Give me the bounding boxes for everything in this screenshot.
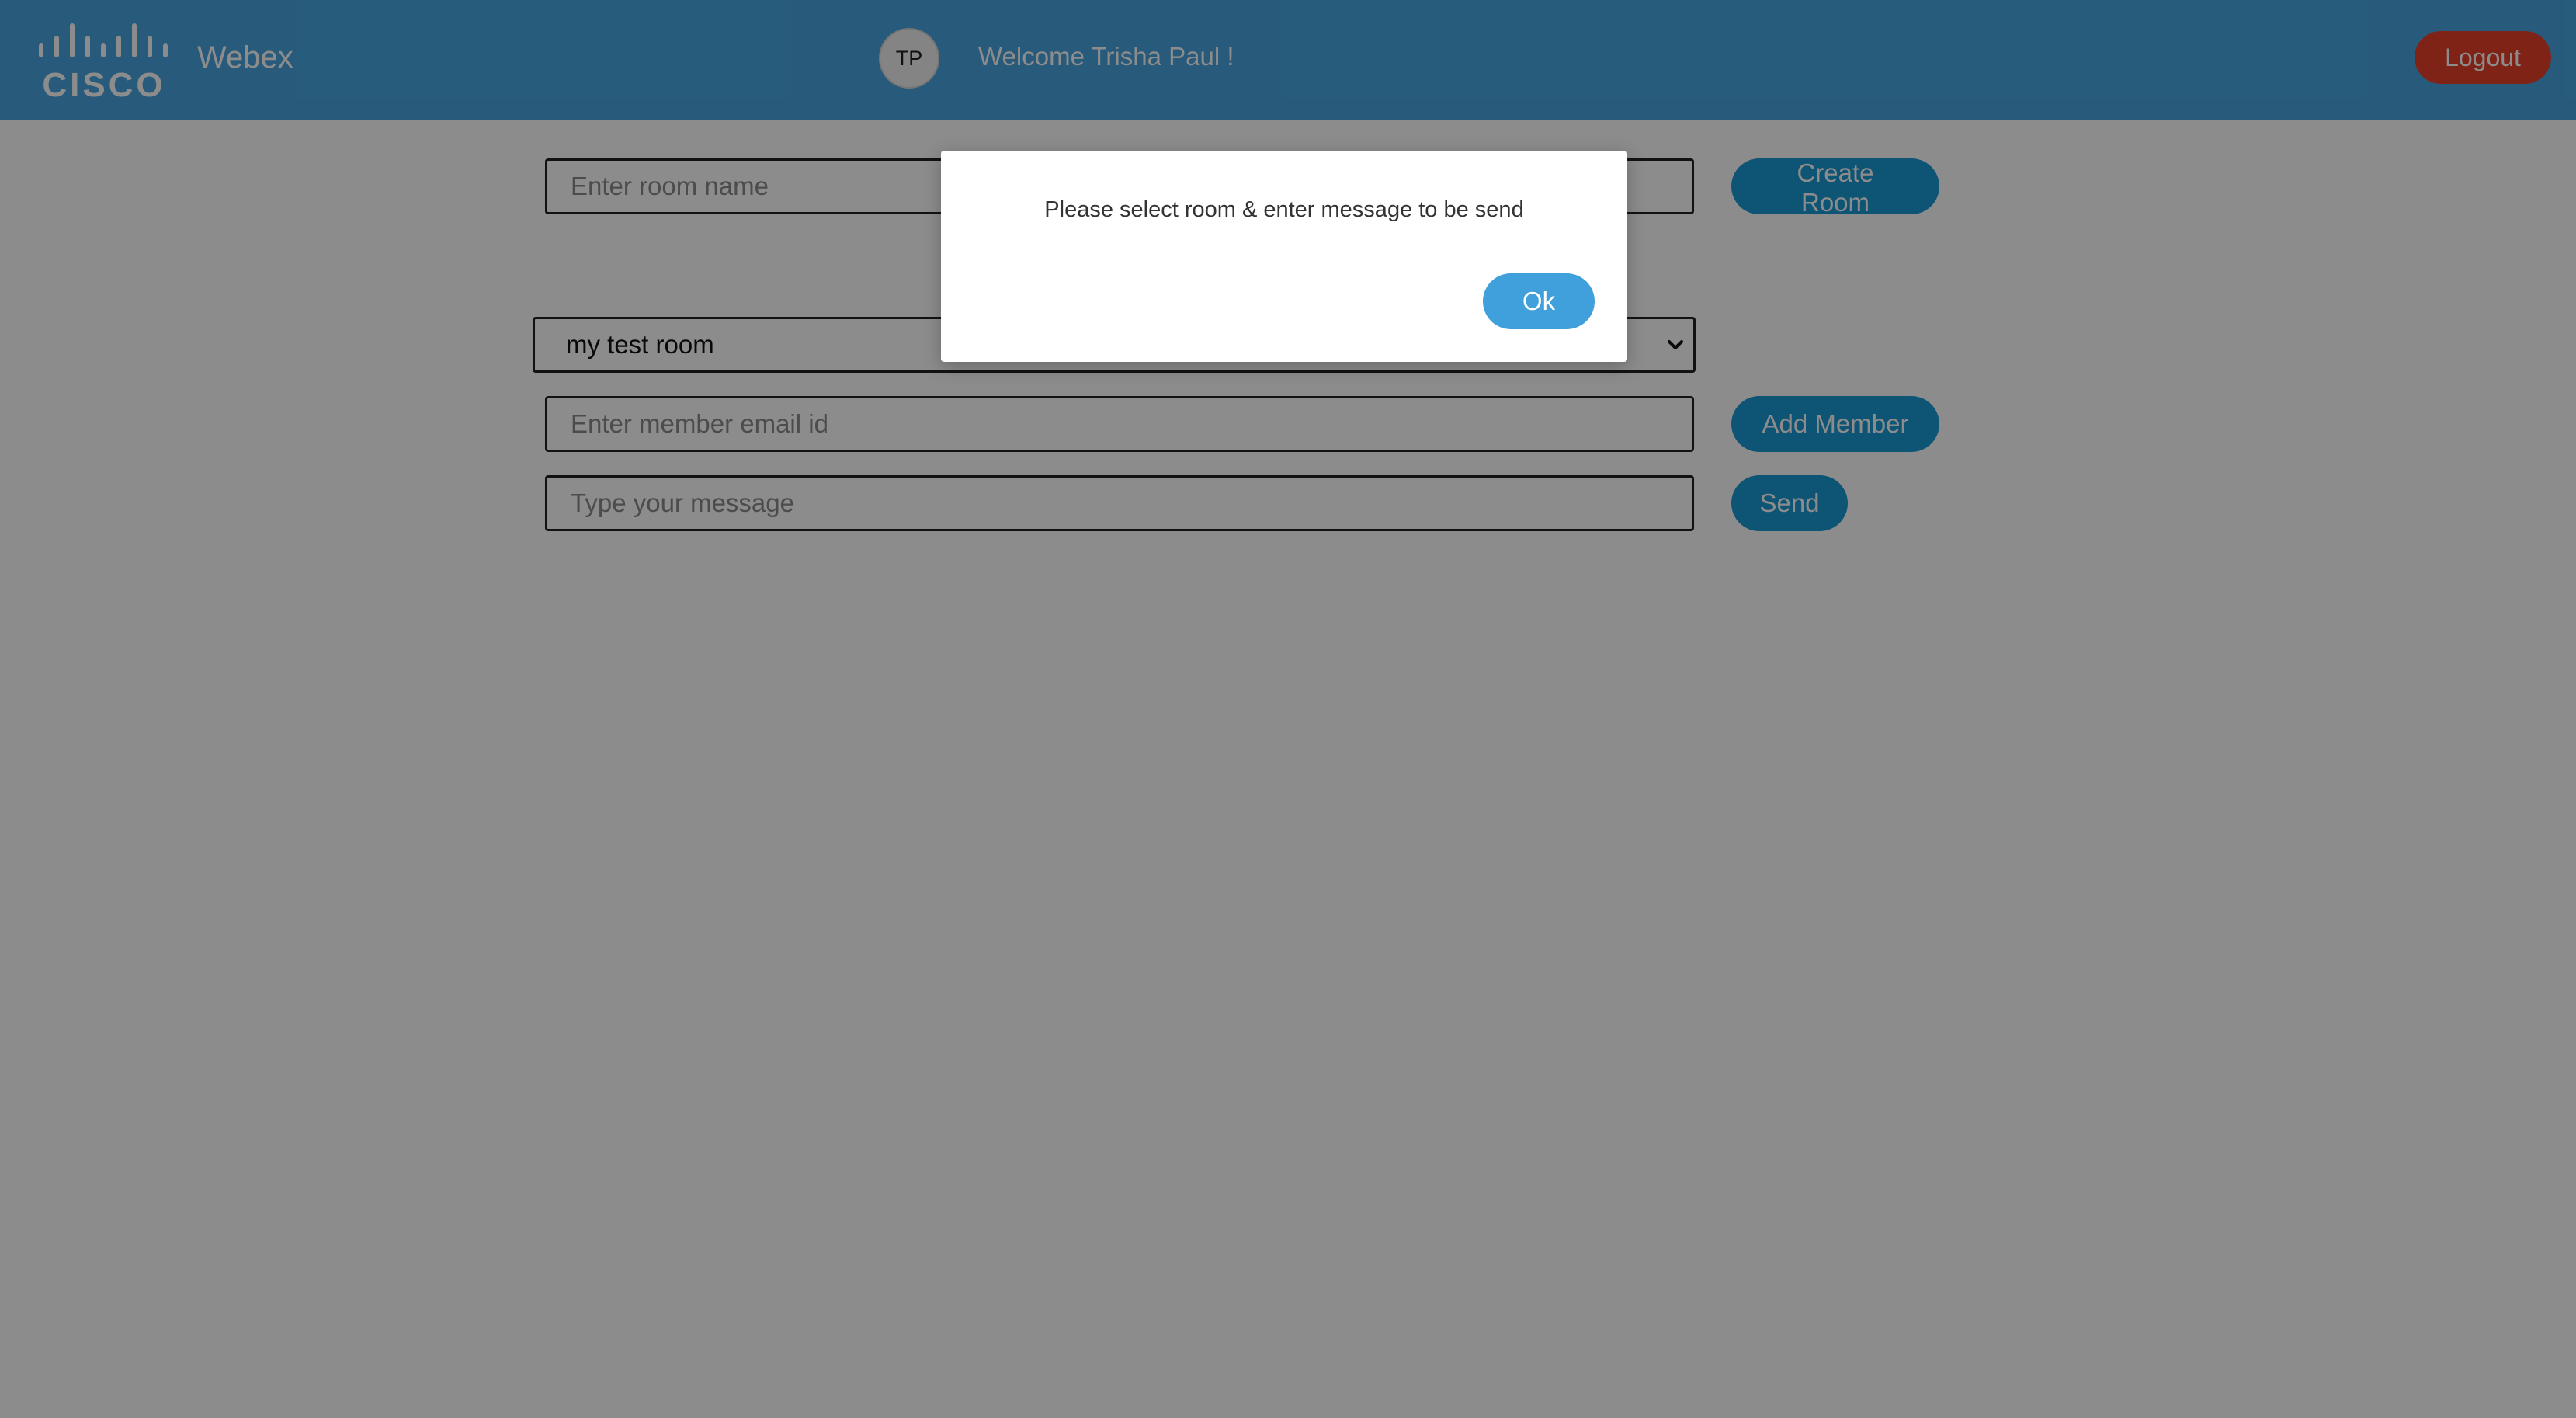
alert-message: Please select room & enter message to be…	[1044, 197, 1524, 222]
webex-page: CISCO Webex TP Welcome Trisha Paul ! Log…	[0, 0, 2576, 1418]
ok-button[interactable]: Ok	[1483, 273, 1595, 329]
alert-dialog: Please select room & enter message to be…	[941, 151, 1627, 362]
